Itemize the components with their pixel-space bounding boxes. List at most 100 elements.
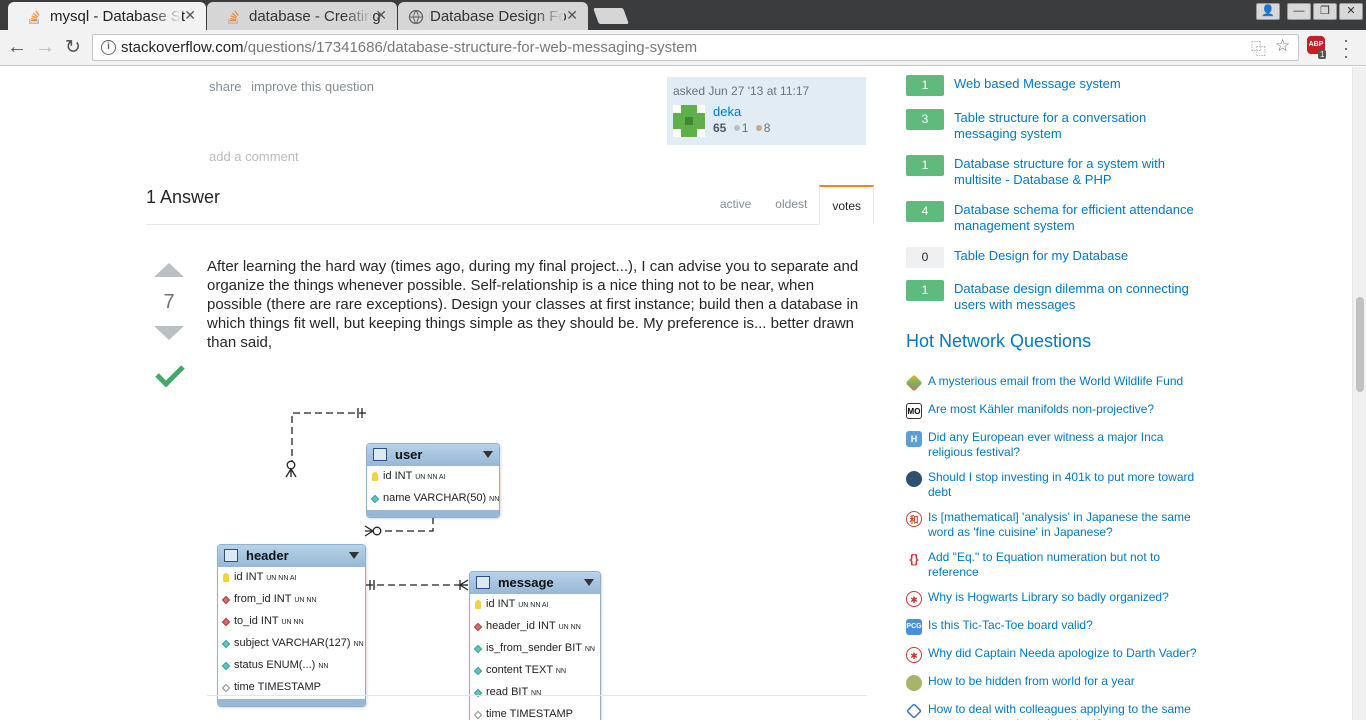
- primary-key-icon: [223, 573, 229, 582]
- column-definition: id INT: [486, 598, 519, 610]
- column-definition: id INT: [234, 571, 267, 583]
- new-tab-button[interactable]: [593, 8, 629, 24]
- hot-network-question-link[interactable]: Why is Hogwarts Library so badly organiz…: [928, 590, 1198, 605]
- close-icon[interactable]: ✕: [184, 7, 196, 24]
- tex-icon: {}: [909, 552, 919, 566]
- hot-network-question-link[interactable]: Add "Eq." to Equation numeration but not…: [928, 550, 1198, 580]
- back-icon[interactable]: ←: [6, 36, 28, 59]
- column-definition: time TIMESTAMP: [486, 708, 573, 720]
- column-flags: NN: [353, 641, 364, 648]
- table-column: from_id INT UN NN: [218, 589, 365, 611]
- related-question-link[interactable]: Table Design for my Database: [954, 248, 1204, 264]
- tab-database-creating[interactable]: database - Creating ✕: [207, 2, 397, 30]
- translate-icon[interactable]: ⿻: [1251, 38, 1266, 59]
- diamond-icon: [905, 374, 923, 392]
- address-bar[interactable]: i stackoverflow.com/questions/17341686/d…: [92, 34, 1299, 61]
- table-icon: [476, 576, 490, 589]
- related-score-badge: 1: [906, 155, 944, 176]
- related-question-link[interactable]: Database schema for efficient attendance…: [954, 202, 1204, 234]
- forward-icon[interactable]: →: [34, 36, 56, 59]
- table-column: is_from_sender BIT NN: [470, 638, 600, 660]
- hot-network-question-link[interactable]: Is this Tic-Tac-Toe board valid?: [928, 618, 1198, 633]
- share-link[interactable]: share: [209, 79, 242, 94]
- bookmark-star-icon[interactable]: ☆: [1275, 36, 1290, 56]
- workplace-icon: [906, 703, 922, 719]
- related-question-link[interactable]: Web based Message system: [954, 76, 1204, 92]
- stackoverflow-icon: [228, 10, 239, 24]
- close-icon[interactable]: ✕: [375, 7, 387, 24]
- column-icon: [370, 494, 380, 504]
- primary-key-icon: [372, 472, 378, 481]
- hot-network-question-link[interactable]: Did any European ever witness a major In…: [928, 430, 1198, 460]
- menu-icon[interactable]: · · ·: [1343, 31, 1349, 65]
- close-icon[interactable]: ✕: [566, 7, 578, 24]
- tab-mysql[interactable]: mysql - Database St ✕: [8, 2, 206, 30]
- owner-name[interactable]: deka: [713, 104, 741, 119]
- column-icon: [221, 661, 231, 671]
- avatar[interactable]: [673, 105, 705, 137]
- tab-active[interactable]: active: [708, 185, 763, 225]
- scroll-thumb[interactable]: [1356, 297, 1364, 392]
- related-score-badge: 3: [906, 109, 944, 130]
- hot-network-question-link[interactable]: How to be hidden from world for a year: [928, 674, 1198, 689]
- info-icon[interactable]: i: [101, 40, 116, 55]
- column-definition: name VARCHAR(50): [383, 492, 490, 504]
- tab-oldest[interactable]: oldest: [763, 185, 819, 225]
- related-score-badge: 1: [906, 75, 944, 96]
- related-question-link[interactable]: Database design dilemma on connecting us…: [954, 281, 1204, 313]
- answer-body: After learning the hard way (times ago, …: [207, 258, 859, 351]
- column-flags: NN: [555, 668, 567, 675]
- puzzle-icon: PCG: [906, 619, 922, 635]
- upvote-button[interactable]: [154, 263, 184, 277]
- restore-button[interactable]: ❐: [1313, 3, 1337, 20]
- related-question-link[interactable]: Database structure for a system with mul…: [954, 156, 1204, 188]
- reload-icon[interactable]: ↻: [62, 36, 84, 59]
- table-column: status ENUM(...) NN: [218, 655, 365, 677]
- related-question-link[interactable]: Table structure for a conversation messa…: [954, 110, 1204, 142]
- profile-icon[interactable]: 👤: [1256, 3, 1280, 20]
- table-column: id INT UN NN AI: [367, 466, 499, 488]
- page-content: share improve this question asked Jun 27…: [0, 67, 1352, 720]
- column-definition: from_id INT: [234, 593, 295, 605]
- column-definition: content TEXT: [486, 664, 556, 676]
- minimize-button[interactable]: —: [1287, 3, 1311, 20]
- adblock-badge: 1: [1318, 50, 1327, 59]
- hot-network-question-link[interactable]: Are most Kähler manifolds non-projective…: [928, 402, 1198, 417]
- tab-votes[interactable]: votes: [819, 185, 874, 225]
- hot-network-question-link[interactable]: A mysterious email from the World Wildli…: [928, 374, 1198, 389]
- table-column: id INT UN NN AI: [218, 567, 365, 589]
- downvote-button[interactable]: [154, 326, 184, 340]
- improve-question-link[interactable]: improve this question: [251, 79, 374, 94]
- add-comment-link[interactable]: add a comment: [209, 149, 299, 164]
- column-definition: subject VARCHAR(127): [234, 637, 354, 649]
- er-table-header: header id INT UN NN AI from_id INT UN NN t…: [217, 544, 366, 707]
- question-owner-card: asked Jun 27 '13 at 11:17 deka 65 1 8: [667, 77, 866, 145]
- accepted-checkmark-icon: [155, 365, 185, 387]
- divider: [207, 695, 867, 696]
- scrollbar[interactable]: [1352, 67, 1366, 720]
- table-column: time TIMESTAMP: [470, 704, 600, 720]
- tab-database-design[interactable]: Database Design Fo ✕: [398, 2, 588, 30]
- related-score-badge: 0: [906, 247, 944, 268]
- hot-network-question-link[interactable]: How to deal with colleagues applying to …: [928, 702, 1198, 720]
- scifi-icon: ✱: [906, 647, 922, 663]
- table-column: content TEXT NN: [470, 660, 600, 682]
- hot-network-question-link[interactable]: Should I stop investing in 401k to put m…: [928, 470, 1198, 500]
- primary-key-icon: [475, 600, 481, 609]
- column-definition: header_id INT: [486, 620, 559, 632]
- vote-count: 7: [163, 291, 175, 313]
- hot-network-question-link[interactable]: Is [mathematical] 'analysis' in Japanese…: [928, 510, 1198, 540]
- asked-date: asked Jun 27 '13 at 11:17: [673, 84, 810, 98]
- chevron-down-icon: [349, 552, 359, 559]
- column-definition: is_from_sender BIT: [486, 642, 585, 654]
- er-table-user: user id INT UN NN AI name VARCHAR(50) NN: [366, 443, 500, 518]
- globe-icon: [408, 9, 424, 25]
- column-definition: id INT: [383, 470, 416, 482]
- browser-toolbar: ← → ↻ i stackoverflow.com/questions/1734…: [0, 30, 1366, 66]
- mo-icon: MO: [906, 403, 922, 419]
- owner-reputation: 65 1 8: [713, 121, 770, 135]
- foreign-key-icon: [221, 617, 231, 627]
- close-window-button[interactable]: ✕: [1339, 3, 1363, 20]
- hot-network-question-link[interactable]: Why did Captain Needa apologize to Darth…: [928, 646, 1198, 661]
- hot-network-title[interactable]: Hot Network Questions: [906, 331, 1091, 352]
